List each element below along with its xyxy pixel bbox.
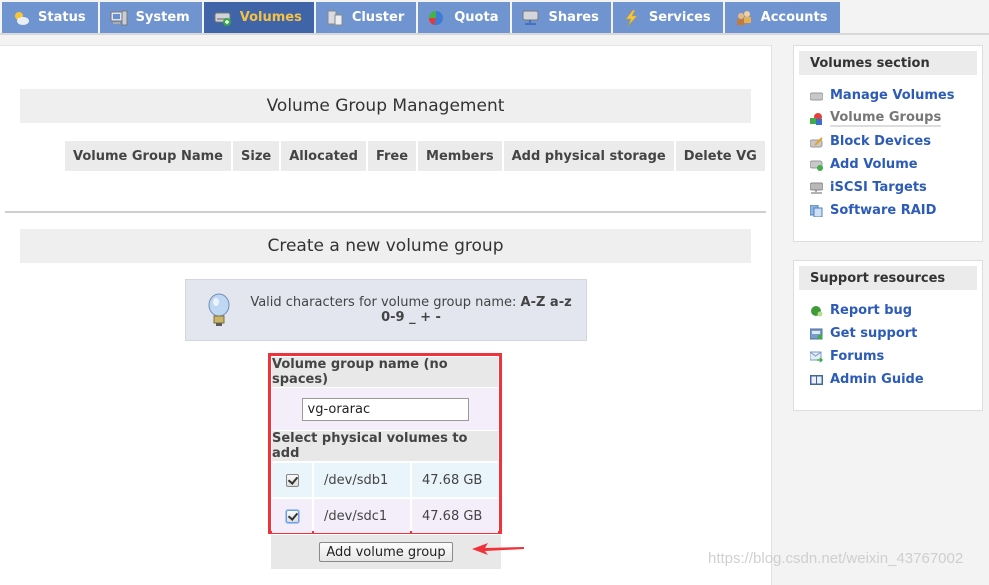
raid-icon [809,204,823,217]
weather-icon [12,10,30,26]
vg-name-input[interactable] [301,397,469,421]
column-header: Delete VG [675,141,765,171]
block-devices-link[interactable]: Block Devices [830,134,931,149]
book-icon [810,374,823,386]
tab-label: Status [38,10,86,25]
tab-status[interactable]: Status [2,2,98,33]
volumes-section-title: Volumes section [799,51,977,75]
tab-cluster[interactable]: Cluster [315,2,417,33]
sidebar-item-block-devices: Block Devices [809,130,982,153]
main-panel: Volume Group Management Volume Group Nam… [0,45,772,585]
column-header: Members [418,141,502,171]
column-header: Volume Group Name [65,141,231,171]
tab-system[interactable]: System [99,2,202,33]
drive-add-icon [809,159,823,171]
tab-shares[interactable]: Shares [512,2,611,33]
pv-device: /dev/sdb1 [314,463,410,497]
sidebar-item-report-bug: Report bug [810,299,982,322]
red-arrow-annotation [472,543,524,555]
tab-label: Accounts [760,10,828,25]
support-resources-list: Report bug Get support Forums Admin Guid… [794,299,982,391]
admin-guide-link[interactable]: Admin Guide [830,372,924,387]
cluster-icon [326,10,344,26]
tab-label: Services [648,10,711,25]
disk-icon [214,10,232,26]
volumes-section-list: Manage Volumes Volume Groups Block Devic… [794,84,982,222]
add-volume-group-button[interactable]: Add volume group [319,542,453,562]
tabs-divider [0,33,989,35]
pv-checkbox[interactable] [285,509,299,523]
column-header: Free [367,141,417,171]
support-resources-box: Support resources Report bug Get support… [793,260,983,411]
software-raid-link[interactable]: Software RAID [830,203,936,218]
vg-name-label: Volume group name (no spaces) [272,357,498,387]
pv-device: /dev/sdc1 [314,499,410,533]
report-bug-link[interactable]: Report bug [830,303,912,318]
drive-icon [809,90,824,102]
computer-icon [110,10,128,26]
support-icon [809,328,823,340]
get-support-link[interactable]: Get support [830,326,917,341]
tab-label: Quota [454,10,499,25]
pie-icon [428,10,446,26]
volume-groups-link[interactable]: Volume Groups [830,110,942,127]
sidebar-item-get-support: Get support [809,322,982,345]
pv-row: /dev/sdb1 47.68 GB [272,463,498,497]
lightbulb-icon [206,293,232,327]
column-header: Size [233,141,280,171]
section-divider [5,211,766,213]
tab-label: Shares [548,10,599,25]
share-icon [522,10,540,26]
cubes-icon [810,112,823,125]
pv-size: 47.68 GB [412,463,498,497]
tab-quota[interactable]: Quota [418,2,511,33]
hint-text: Valid characters for volume group name: … [250,295,572,325]
tab-services[interactable]: Services [612,2,723,33]
users-icon [735,10,753,26]
sidebar-item-software-raid: Software RAID [809,199,982,222]
tab-label: Volumes [239,10,302,25]
pv-size: 47.68 GB [412,499,498,533]
column-header: Allocated [281,141,366,171]
tab-volumes[interactable]: Volumes [203,2,314,33]
hint-box: Valid characters for volume group name: … [185,279,587,341]
bug-icon [810,305,823,317]
sidebar-item-volume-groups: Volume Groups [810,107,982,130]
forums-link[interactable]: Forums [830,349,884,364]
watermark: https://blog.csdn.net/weixin_43767002 [708,550,964,567]
lightning-icon [623,9,641,26]
column-header: Add physical storage [503,141,674,171]
pv-select-label: Select physical volumes to add [272,431,498,461]
vg-name-row [272,388,498,430]
vg-management-title: Volume Group Management [20,89,751,123]
add-volume-link[interactable]: Add Volume [830,157,918,172]
pv-row: /dev/sdc1 47.68 GB [272,499,498,533]
support-resources-title: Support resources [799,266,977,290]
tab-accounts[interactable]: Accounts [724,2,840,33]
submit-row: Add volume group [271,535,501,569]
sidebar-item-admin-guide: Admin Guide [810,368,982,391]
create-vg-title: Create a new volume group [20,229,751,263]
pv-checkbox[interactable] [285,473,299,487]
manage-volumes-link[interactable]: Manage Volumes [830,88,954,103]
volumes-section-box: Volumes section Manage Volumes Volume Gr… [793,45,983,242]
sidebar-item-manage-volumes: Manage Volumes [809,84,982,107]
main-tabs: Status System Volumes Cluster Quota Shar… [0,0,840,33]
network-drive-icon [809,182,824,194]
tab-label: System [135,10,190,25]
sidebar-item-iscsi-targets: iSCSI Targets [809,176,982,199]
sidebar-item-add-volume: Add Volume [809,153,982,176]
sidebar-item-forums: Forums [809,345,982,368]
iscsi-targets-link[interactable]: iSCSI Targets [830,180,927,195]
mail-forward-icon [809,351,824,363]
vg-table-header: Volume Group Name Size Allocated Free Me… [65,141,765,171]
create-vg-form: Volume group name (no spaces) Select phy… [268,353,502,534]
tab-label: Cluster [351,10,405,25]
drive-edit-icon [809,136,823,148]
